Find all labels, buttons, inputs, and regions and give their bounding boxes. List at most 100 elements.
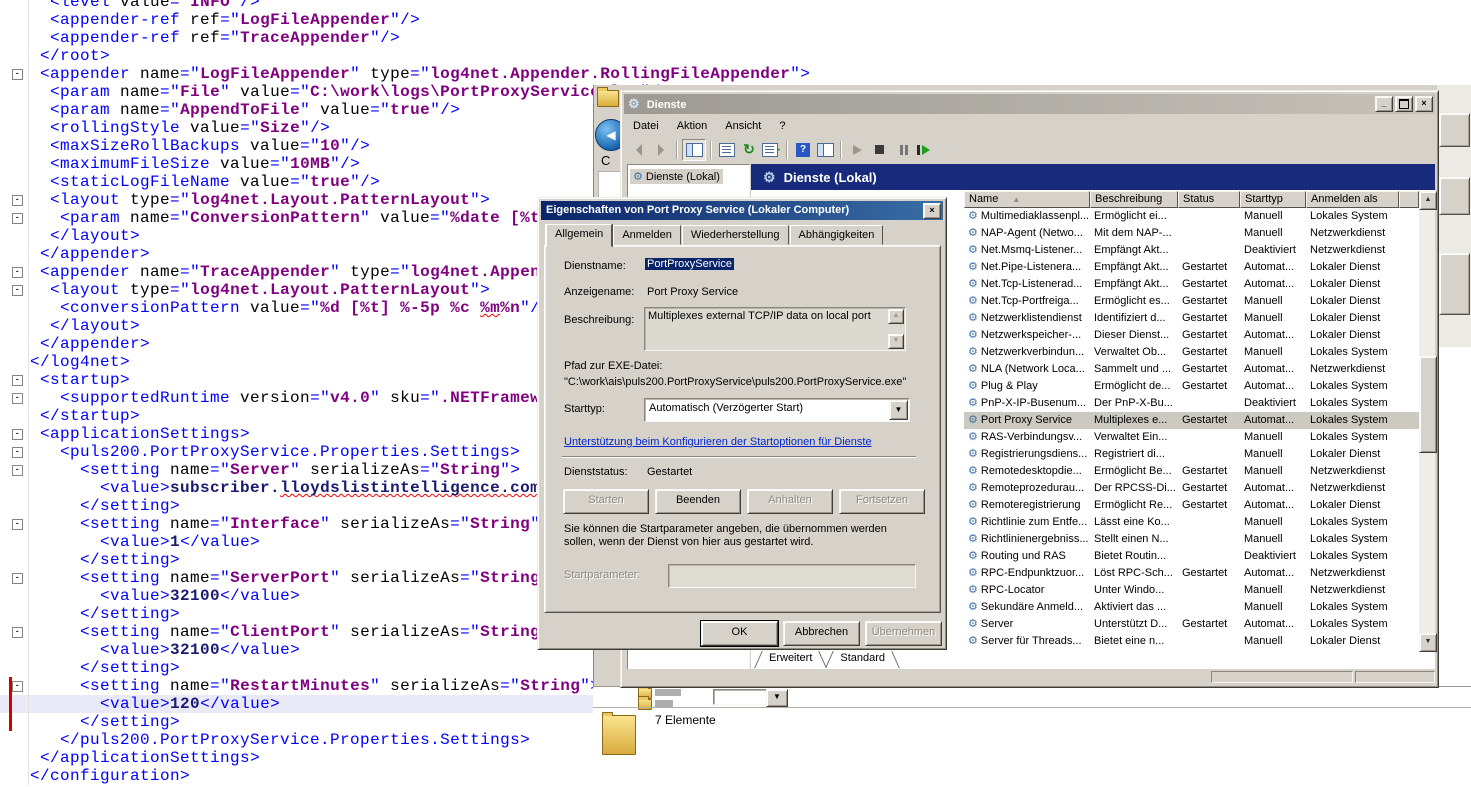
view-tab-standard[interactable]: Standard [826,651,899,668]
editor-gutter[interactable] [0,83,29,101]
table-row[interactable]: ⚙RAS-Verbindungsv...Verwaltet Ein...Manu… [964,429,1419,446]
editor-gutter[interactable] [0,317,29,335]
table-row[interactable]: ⚙PnP-X-IP-Busenum...Der PnP-X-Bu...Deakt… [964,395,1419,412]
table-row[interactable]: ⚙Remoteprozedurau...Der RPCSS-Di...Gesta… [964,480,1419,497]
editor-gutter[interactable]: - [0,65,29,83]
table-row[interactable]: ⚙ServerUnterstützt D...GestartetAutomat.… [964,616,1419,633]
table-scrollbar[interactable]: ▲ ▼ [1419,191,1435,650]
column-header-anmeldenals[interactable]: Anmelden als [1306,191,1399,208]
table-row[interactable]: ⚙Net.Pipe-Listenera...Empfängt Akt...Ges… [964,259,1419,276]
editor-gutter[interactable] [0,119,29,137]
editor-gutter[interactable]: - [0,515,29,533]
column-header-name[interactable]: Name▲ [964,191,1090,208]
combo-field[interactable] [713,689,768,705]
startparameter-input[interactable] [668,564,916,588]
table-row[interactable]: ⚙Routing und RASBietet Routin...Deaktivi… [964,548,1419,565]
editor-gutter[interactable] [0,731,29,749]
table-row[interactable]: ⚙Plug & PlayErmöglicht de...GestartetAut… [964,378,1419,395]
editor-gutter[interactable] [0,713,29,731]
properties-button[interactable] [716,140,738,160]
fold-collapse-icon[interactable]: - [12,285,23,296]
editor-gutter[interactable]: - [0,461,29,479]
forward-button[interactable] [650,140,672,160]
table-row[interactable]: ⚙NetzwerklistendienstIdentifiziert d...G… [964,310,1419,327]
fold-collapse-icon[interactable]: - [12,213,23,224]
scroll-down-button[interactable]: ▼ [888,334,904,349]
table-row[interactable]: ⚙Port Proxy ServiceMultiplexes e...Gesta… [964,412,1419,429]
editor-gutter[interactable] [0,11,29,29]
tab-allgemein[interactable]: Allgemein [546,224,612,247]
editor-gutter[interactable] [0,47,29,65]
fold-collapse-icon[interactable]: - [12,447,23,458]
dialog-title-bar[interactable]: Eigenschaften von Port Proxy Service (Lo… [541,201,943,220]
stop-service-button[interactable] [868,140,890,160]
table-row[interactable]: ⚙Multimediaklassenpl...Ermöglicht ei...M… [964,208,1419,225]
editor-gutter[interactable] [0,101,29,119]
fold-collapse-icon[interactable]: - [12,393,23,404]
editor-gutter[interactable] [0,227,29,245]
title-bar[interactable]: ⚙ Dienste _ × [624,94,1435,114]
editor-gutter[interactable]: - [0,209,29,227]
editor-gutter[interactable] [0,533,29,551]
table-row[interactable]: ⚙RemoteregistrierungErmöglicht Re...Gest… [964,497,1419,514]
column-header-beschreibung[interactable]: Beschreibung [1090,191,1178,208]
editor-gutter[interactable] [0,29,29,47]
fold-collapse-icon[interactable]: - [12,519,23,530]
table-row[interactable]: ⚙NAP-Agent (Netwo...Mit dem NAP-...Manue… [964,225,1419,242]
ok-button[interactable]: OK [701,621,778,646]
editor-gutter[interactable] [0,335,29,353]
editor-gutter[interactable] [0,0,29,11]
editor-gutter[interactable] [0,353,29,371]
column-header-starttyp[interactable]: Starttyp [1240,191,1306,208]
table-row[interactable]: ⚙Sekundäre Anmeld...Aktiviert das ...Man… [964,599,1419,616]
editor-gutter[interactable] [0,659,29,677]
fold-collapse-icon[interactable]: - [12,573,23,584]
close-button[interactable]: × [1415,96,1433,112]
dienstname-value[interactable]: PortProxyService [645,258,734,270]
tab-anmelden[interactable]: Anmelden [613,225,681,245]
table-row[interactable]: ⚙Richtlinie zum Entfe...Lässt eine Ko...… [964,514,1419,531]
table-row[interactable]: ⚙Netzwerkverbindun...Verwaltet Ob...Gest… [964,344,1419,361]
menu-item-aktion[interactable]: Aktion [668,116,717,137]
fold-collapse-icon[interactable]: - [12,195,23,206]
tab-wiederherstellung[interactable]: Wiederherstellung [682,225,789,245]
table-row[interactable]: ⚙NLA (Network Loca...Sammelt und ...Gest… [964,361,1419,378]
editor-gutter[interactable] [0,407,29,425]
editor-gutter[interactable] [0,641,29,659]
menu-item-ansicht[interactable]: Ansicht [716,116,770,137]
editor-gutter[interactable]: - [0,281,29,299]
table-row[interactable]: ⚙Richtlinienergebniss...Stellt einen N..… [964,531,1419,548]
editor-gutter[interactable] [0,173,29,191]
scrollbar-segment[interactable] [1439,113,1470,147]
abbrechen-button[interactable]: Abbrechen [783,621,860,646]
editor-gutter[interactable] [0,155,29,173]
fold-collapse-icon[interactable]: - [12,429,23,440]
fortsetzen-button[interactable]: Fortsetzen [839,489,925,514]
editor-gutter[interactable] [0,479,29,497]
editor-gutter[interactable] [0,245,29,263]
editor-gutter[interactable] [0,605,29,623]
pause-service-button[interactable] [890,140,912,160]
beenden-button[interactable]: Beenden [655,489,741,514]
refresh-button[interactable]: ↻ [738,140,760,160]
new-window-button[interactable] [814,140,836,160]
editor-gutter[interactable]: - [0,371,29,389]
tab-abhngigkeiten[interactable]: Abhängigkeiten [790,225,884,245]
editor-gutter[interactable]: - [0,569,29,587]
dropdown-button[interactable]: ▼ [766,689,788,707]
table-row[interactable]: ⚙RPC-LocatorUnter Windo...ManuellNetzwer… [964,582,1419,599]
dropdown-button[interactable]: ▼ [889,400,908,420]
editor-gutter[interactable]: - [0,623,29,641]
editor-gutter[interactable] [0,587,29,605]
bernehmen-button[interactable]: Übernehmen [865,621,942,646]
scroll-up-button[interactable]: ▲ [1419,191,1437,210]
editor-gutter[interactable] [0,497,29,515]
help-button[interactable]: ? [792,140,814,160]
view-tab-erweitert[interactable]: Erweitert [755,651,826,668]
fold-collapse-icon[interactable]: - [12,627,23,638]
table-row[interactable]: ⚙Net.Msmq-Listener...Empfängt Akt...Deak… [964,242,1419,259]
startoptions-help-link[interactable]: Unterstützung beim Konfigurieren der Sta… [564,436,872,448]
maximize-button[interactable] [1395,96,1413,112]
editor-gutter[interactable] [0,695,29,713]
table-row[interactable]: ⚙Server für Threads...Bietet eine n...Ma… [964,633,1419,650]
